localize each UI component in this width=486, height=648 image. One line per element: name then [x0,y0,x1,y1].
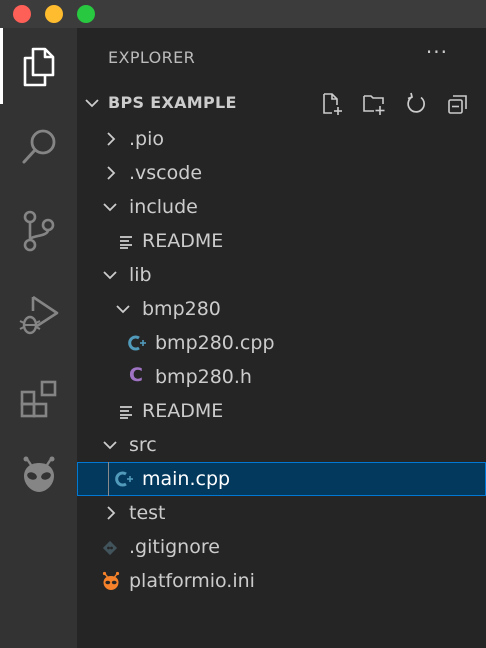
chevron-down-icon [85,99,99,108]
workspace-folder-header[interactable]: BPS EXAMPLE [77,90,486,116]
tree-item-label: .pio [129,128,165,150]
tree-file-gitignore[interactable]: .gitignore [77,530,486,564]
chevron-right-icon [107,166,116,180]
run-debug-icon [19,295,58,335]
tree-file-bmp280-cpp[interactable]: bmp280.cpp [77,326,486,360]
tree-folder-lib[interactable]: lib [77,258,486,292]
tree-folder-bmp280[interactable]: bmp280 [77,292,486,326]
tree-item-label: README [142,230,224,252]
explorer-icon [23,47,54,87]
chevron-down-icon [103,203,117,212]
explorer-button[interactable] [0,32,77,102]
explorer-sidebar: EXPLORER ··· BPS EXAMPLE .pio .vscode in… [77,28,486,648]
cpp-file-icon [115,471,133,487]
close-window-button[interactable] [13,5,31,23]
tree-folder-include[interactable]: include [77,190,486,224]
refresh-icon[interactable] [404,92,428,116]
collapse-all-icon[interactable] [446,92,470,116]
tree-item-label: src [129,434,157,456]
extensions-button[interactable] [0,364,77,434]
maximize-window-button[interactable] [77,5,95,23]
minimize-window-button[interactable] [45,5,63,23]
tree-file-bmp280-h[interactable]: C bmp280.h [77,360,486,394]
platformio-icon [23,456,54,492]
tree-folder-vscode[interactable]: .vscode [77,156,486,190]
tree-item-label: include [129,196,198,218]
tree-item-label: bmp280 [142,298,221,320]
tree-folder-src[interactable]: src [77,428,486,462]
tree-item-label: lib [129,264,152,286]
platformio-button[interactable] [0,440,77,510]
tree-item-label: bmp280.h [155,366,252,388]
more-actions-button[interactable]: ··· [426,40,448,64]
tree-item-label: main.cpp [142,468,231,490]
git-file-icon [102,540,118,556]
chevron-down-icon [103,271,117,280]
tree-item-label: test [129,502,166,524]
readme-icon [120,236,132,249]
tree-folder-test[interactable]: test [77,496,486,530]
platformio-file-icon [102,571,120,590]
tree-item-label: README [142,400,224,422]
activity-bar [0,28,77,648]
indent-guide [108,462,109,496]
sidebar-title: EXPLORER [108,48,196,67]
cpp-file-icon [128,335,146,351]
new-file-icon[interactable] [320,92,344,116]
tree-item-label: .gitignore [129,536,220,558]
tree-folder-pio[interactable]: .pio [77,122,486,156]
search-button[interactable] [0,112,77,182]
chevron-right-icon [107,132,116,146]
tree-file-main-cpp[interactable]: main.cpp [77,462,486,496]
workspace-folder-title: BPS EXAMPLE [108,93,237,112]
c-header-file-icon: C [129,364,143,386]
search-icon [22,129,55,164]
run-debug-button[interactable] [0,280,77,350]
chevron-right-icon [107,506,116,520]
tree-item-label: bmp280.cpp [155,332,275,354]
tree-file-readme[interactable]: README [77,224,486,258]
folder-actions [316,90,486,116]
tree-file-platformio-ini[interactable]: platformio.ini [77,564,486,598]
tree-item-label: platformio.ini [129,570,255,592]
extensions-icon [20,380,56,418]
title-bar [0,0,486,28]
tree-file-readme[interactable]: README [77,394,486,428]
new-folder-icon[interactable] [362,92,386,116]
tree-item-label: .vscode [129,162,203,184]
readme-icon [120,406,132,419]
source-control-button[interactable] [0,196,77,266]
chevron-down-icon [116,305,130,314]
source-control-icon [23,210,54,252]
chevron-down-icon [103,441,117,450]
